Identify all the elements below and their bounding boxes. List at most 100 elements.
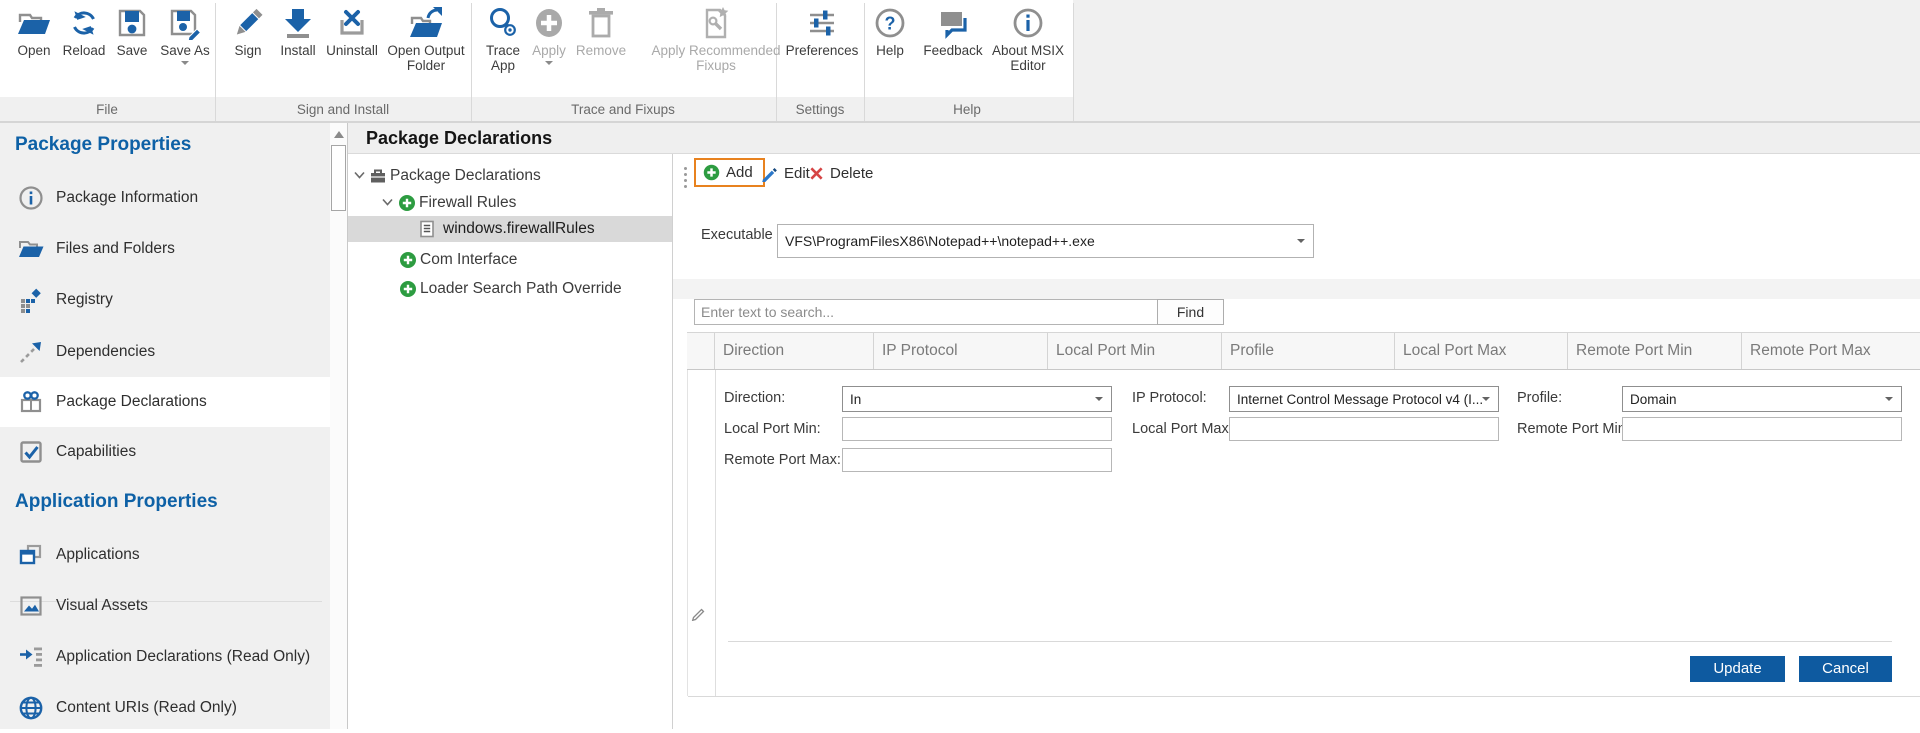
briefcase-icon: [369, 167, 387, 185]
sidebar-item-files-and-folders[interactable]: Files and Folders: [0, 224, 330, 274]
sidebar-item-label: Visual Assets: [56, 581, 148, 631]
reload-button[interactable]: Reload: [58, 6, 110, 58]
trace-app-button[interactable]: Trace App: [479, 6, 527, 73]
indicator-column-divider: [715, 370, 716, 696]
apply-button[interactable]: Apply: [526, 6, 572, 65]
remote-port-min-input[interactable]: [1622, 417, 1902, 441]
remote-port-max-label: Remote Port Max:: [724, 452, 841, 468]
tree-node-loader-search-path-override[interactable]: Loader Search Path Override: [348, 276, 672, 302]
grid-column-header-remote-port-min[interactable]: Remote Port Min: [1567, 333, 1741, 369]
apply-recommended-fixups-button[interactable]: Apply Recommended Fixups: [648, 6, 784, 73]
chevron-down-icon[interactable]: [181, 61, 189, 65]
row-edit-form: Direction: In IP Protocol: Internet Cont…: [687, 370, 1920, 696]
button-label: About MSIX Editor: [988, 43, 1068, 73]
sidebar-item-content-uris[interactable]: Content URIs (Read Only): [0, 683, 330, 733]
svg-text:?: ?: [885, 14, 896, 34]
about-msix-editor-button[interactable]: About MSIX Editor: [988, 6, 1068, 73]
sidebar-item-package-information[interactable]: Package Information: [0, 173, 330, 223]
ip-protocol-value: Internet Control Message Protocol v4 (I.…: [1230, 392, 1482, 407]
sidebar-item-visual-assets[interactable]: Visual Assets: [0, 581, 330, 631]
remote-port-max-input[interactable]: [842, 448, 1112, 472]
page-title-bar: Package Declarations: [348, 123, 1920, 154]
local-port-min-input[interactable]: [842, 417, 1112, 441]
ip-protocol-combobox[interactable]: Internet Control Message Protocol v4 (I.…: [1229, 386, 1499, 412]
chevron-down-icon[interactable]: [382, 198, 393, 206]
preferences-sliders-icon: [805, 6, 839, 40]
profile-combobox[interactable]: Domain: [1622, 386, 1902, 412]
edit-form-bottom-border: [688, 696, 1920, 697]
open-button[interactable]: Open: [11, 6, 57, 58]
ribbon-group-label-sign-and-install: Sign and Install: [297, 102, 389, 117]
chevron-down-icon[interactable]: [354, 171, 365, 179]
help-button[interactable]: ? Help: [870, 6, 910, 58]
grid-column-header-profile[interactable]: Profile: [1221, 333, 1394, 369]
uninstall-button[interactable]: Uninstall: [320, 6, 384, 58]
sidebar-item-application-declarations[interactable]: Application Declarations (Read Only): [0, 632, 330, 682]
find-button[interactable]: Find: [1157, 299, 1224, 325]
grid-indicator-header-cell: [687, 333, 714, 369]
add-button-label: Add: [726, 164, 753, 181]
add-button[interactable]: Add: [694, 158, 765, 187]
search-input[interactable]: [694, 299, 1158, 325]
sidebar-item-package-declarations[interactable]: Package Declarations: [0, 377, 330, 427]
grid-column-header-ip-protocol[interactable]: IP Protocol: [873, 333, 1047, 369]
install-button[interactable]: Install: [273, 6, 323, 58]
tree-node-firewall-rules[interactable]: Firewall Rules: [348, 190, 672, 216]
help-icon: ?: [873, 6, 907, 40]
sidebar-item-label: Files and Folders: [56, 224, 175, 274]
button-label: Uninstall: [320, 43, 384, 58]
local-port-min-label: Local Port Min:: [724, 421, 821, 437]
scrollbar-up-arrow-icon[interactable]: [334, 131, 344, 138]
sign-button[interactable]: Sign: [227, 6, 269, 58]
button-label: Feedback: [920, 43, 986, 58]
tree-node-com-interface[interactable]: Com Interface: [348, 247, 672, 273]
button-label: Save As: [157, 43, 213, 58]
page-title: Package Declarations: [366, 123, 552, 153]
feedback-button[interactable]: Feedback: [920, 6, 986, 58]
grid-column-header-direction[interactable]: Direction: [714, 333, 873, 369]
fixups-icon: [699, 6, 733, 40]
cancel-button[interactable]: Cancel: [1799, 656, 1892, 682]
about-info-icon: [1011, 6, 1045, 40]
add-node-icon: [398, 194, 416, 212]
ribbon-separator: [864, 3, 865, 121]
grid-column-header-remote-port-max[interactable]: Remote Port Max: [1741, 333, 1920, 369]
local-port-max-input[interactable]: [1229, 417, 1499, 441]
applications-window-icon: [18, 542, 44, 568]
firewall-rules-detail-panel: Add Edit Delete Executable VFS\ProgramFi…: [673, 154, 1920, 729]
remove-button[interactable]: Remove: [572, 6, 630, 58]
sidebar-item-label: Application Declarations (Read Only): [56, 632, 310, 682]
save-button[interactable]: Save: [110, 6, 154, 58]
update-button[interactable]: Update: [1690, 656, 1785, 682]
sidebar-scrollbar[interactable]: [330, 123, 348, 729]
tree-node-package-declarations[interactable]: Package Declarations: [348, 163, 672, 189]
save-as-button[interactable]: Save As: [157, 6, 213, 65]
edit-button-label: Edit: [784, 165, 810, 182]
registry-icon: [18, 287, 44, 313]
open-output-folder-button[interactable]: Open Output Folder: [380, 6, 472, 73]
sidebar-item-registry[interactable]: Registry: [0, 275, 330, 325]
preferences-button[interactable]: Preferences: [782, 6, 862, 58]
sidebar-item-applications[interactable]: Applications: [0, 530, 330, 580]
scrollbar-thumb[interactable]: [331, 145, 346, 211]
toolbar-grip-handle[interactable]: [684, 167, 687, 170]
dropdown-arrow-icon: [1885, 397, 1893, 401]
trace-app-icon: [486, 6, 520, 40]
tree-node-windows-firewallrules[interactable]: windows.firewallRules: [348, 216, 672, 242]
grid-header-row: Direction IP Protocol Local Port Min Pro…: [687, 332, 1920, 370]
ribbon-toolbar: Open Reload Save Save As Sign Install Un…: [0, 0, 1920, 123]
grid-column-header-local-port-max[interactable]: Local Port Max: [1394, 333, 1567, 369]
edit-button[interactable]: Edit: [761, 161, 810, 185]
ribbon-separator: [1073, 3, 1074, 121]
executable-combobox[interactable]: VFS\ProgramFilesX86\Notepad++\notepad++.…: [777, 224, 1314, 258]
tree-node-label: Com Interface: [420, 247, 517, 273]
sidebar-item-capabilities[interactable]: Capabilities: [0, 427, 330, 477]
button-label: Sign: [227, 43, 269, 58]
sidebar-item-dependencies[interactable]: Dependencies: [0, 327, 330, 377]
delete-button[interactable]: Delete: [809, 161, 873, 185]
sidebar-item-label: Package Information: [56, 173, 198, 223]
uninstall-icon: [335, 6, 369, 40]
direction-combobox[interactable]: In: [842, 386, 1112, 412]
grid-column-header-local-port-min[interactable]: Local Port Min: [1047, 333, 1221, 369]
add-node-icon: [399, 251, 417, 269]
